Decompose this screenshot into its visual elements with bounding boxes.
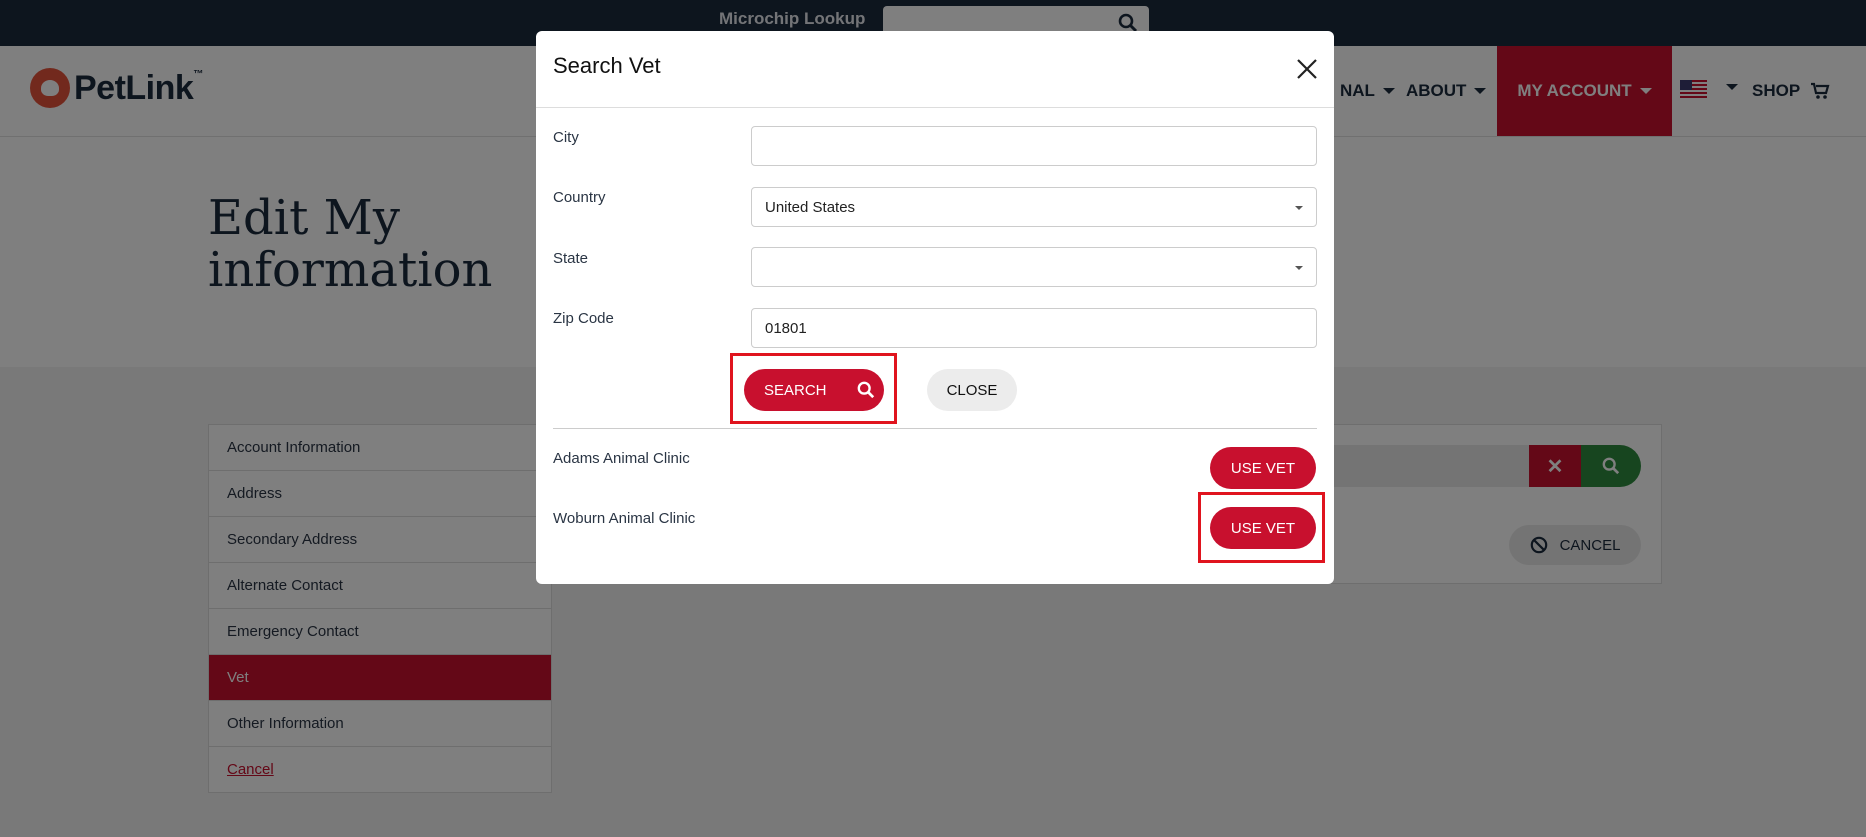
chevron-down-icon: [1295, 206, 1303, 210]
divider: [536, 107, 1334, 108]
zip-code-label: Zip Code: [553, 310, 614, 327]
search-button-highlight: [730, 353, 897, 424]
state-label: State: [553, 250, 589, 267]
use-vet-button[interactable]: USE VET: [1210, 447, 1316, 489]
chevron-down-icon: [1295, 266, 1303, 270]
country-label: Country: [553, 189, 606, 206]
modal-title: Search Vet: [553, 53, 661, 78]
use-vet-button-highlight: [1198, 492, 1325, 563]
city-label: City: [553, 129, 579, 146]
vet-result-name: Woburn Animal Clinic: [553, 510, 696, 527]
divider: [553, 428, 1317, 429]
vet-result-name: Adams Animal Clinic: [553, 450, 690, 467]
city-field[interactable]: [751, 126, 1317, 166]
state-select[interactable]: [751, 247, 1317, 287]
search-vet-modal: Search Vet City Country United States St…: [536, 31, 1334, 584]
zip-code-field[interactable]: 01801: [751, 308, 1317, 348]
close-button[interactable]: CLOSE: [927, 369, 1017, 411]
country-select[interactable]: United States: [751, 187, 1317, 227]
close-icon[interactable]: [1295, 57, 1319, 81]
